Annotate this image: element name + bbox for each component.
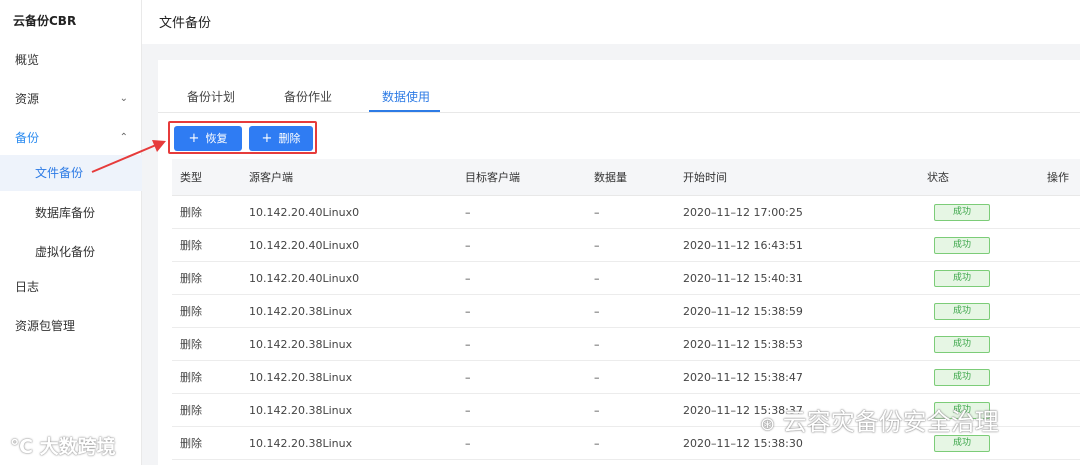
- sidebar-item-label: 数据库备份: [35, 206, 96, 220]
- delete-button[interactable]: + 删除: [249, 126, 313, 151]
- sidebar-item-label: 文件备份: [35, 166, 84, 180]
- table-row[interactable]: 删除 10.142.20.40Linux0 – – 2020–11–12 17:00:2…: [172, 196, 1080, 229]
- watermark-right: ⊛ 云容灾备份安全治理: [760, 402, 999, 437]
- status-badge: 成功: [934, 204, 990, 221]
- sidebar-item-overview[interactable]: 概览: [0, 42, 142, 78]
- cell-type: 删除: [180, 206, 202, 219]
- table-row[interactable]: 删除 10.142.20.38Linux – – 2020–11–12 15:38:53…: [172, 328, 1080, 361]
- cell-type: 删除: [180, 272, 202, 285]
- sidebar-item-label: 虚拟化备份: [35, 245, 96, 259]
- col-actions: 操作: [1047, 171, 1069, 184]
- tab-backup-plan[interactable]: 备份计划: [187, 88, 235, 105]
- cell-source-client: 10.142.20.40Linux0: [249, 239, 360, 252]
- col-source-client: 源客户端: [249, 171, 293, 184]
- cell-start-time: 2020–11–12 15:38:59: [683, 305, 803, 318]
- cell-target-client: –: [465, 404, 471, 417]
- cell-data-size: –: [594, 206, 600, 219]
- cell-type: 删除: [180, 338, 202, 351]
- sidebar-item-file-backup[interactable]: 文件备份: [0, 155, 142, 191]
- wechat-icon: ℃: [10, 436, 34, 458]
- sidebar-item-virtualization-backup[interactable]: 虚拟化备份: [0, 234, 142, 270]
- watermark-right-text: 云容灾备份安全治理: [782, 408, 999, 436]
- col-status: 状态: [927, 171, 949, 184]
- cell-start-time: 2020–11–12 15:38:47: [683, 371, 803, 384]
- cell-target-client: –: [465, 206, 471, 219]
- restore-button[interactable]: + 恢复: [174, 126, 242, 151]
- cell-data-size: –: [594, 272, 600, 285]
- sidebar-item-label: 备份: [15, 131, 40, 145]
- cell-target-client: –: [465, 371, 471, 384]
- chevron-up-icon: ⌃: [119, 132, 128, 143]
- sidebar: 云备份CBR 概览 资源 ⌄ 备份 ⌃ 文件备份 数据库备份 虚拟化备份 日志 …: [0, 0, 142, 465]
- status-badge: 成功: [934, 369, 990, 386]
- cell-start-time: 2020–11–12 16:43:51: [683, 239, 803, 252]
- cell-target-client: –: [465, 338, 471, 351]
- sidebar-item-label: 日志: [15, 280, 40, 294]
- tab-data-usage[interactable]: 数据使用: [382, 88, 430, 105]
- col-start-time: 开始时间: [683, 171, 727, 184]
- status-badge: 成功: [934, 270, 990, 287]
- cell-type: 删除: [180, 371, 202, 384]
- status-badge: 成功: [934, 303, 990, 320]
- cell-type: 删除: [180, 305, 202, 318]
- cell-source-client: 10.142.20.38Linux: [249, 305, 353, 318]
- wechat-icon: ⊛: [760, 414, 776, 435]
- cell-target-client: –: [465, 272, 471, 285]
- cell-source-client: 10.142.20.38Linux: [249, 437, 353, 450]
- sidebar-item-backup[interactable]: 备份 ⌃: [0, 120, 142, 156]
- cell-source-client: 10.142.20.40Linux0: [249, 272, 360, 285]
- active-tab-indicator: [369, 110, 440, 112]
- cell-data-size: –: [594, 437, 600, 450]
- toolbar-highlight-box: + 恢复 + 删除: [168, 121, 317, 154]
- table-row[interactable]: 删除 10.142.20.40Linux0 – – 2020–11–12 15:40:3…: [172, 262, 1080, 295]
- cell-type: 删除: [180, 239, 202, 252]
- cell-data-size: –: [594, 404, 600, 417]
- cell-target-client: –: [465, 239, 471, 252]
- plus-icon: +: [261, 131, 273, 146]
- cell-target-client: –: [465, 305, 471, 318]
- table-row[interactable]: 删除 10.142.20.40Linux0 – – 2020–11–12 16:43:5…: [172, 229, 1080, 262]
- watermark-left: ℃ 大数跨境: [10, 432, 116, 459]
- plus-icon: +: [188, 131, 200, 146]
- sidebar-item-label: 资源: [15, 92, 40, 106]
- app-title: 云备份CBR: [13, 14, 77, 28]
- cell-source-client: 10.142.20.40Linux0: [249, 206, 360, 219]
- cell-data-size: –: [594, 305, 600, 318]
- cell-target-client: –: [465, 437, 471, 450]
- table-row[interactable]: 删除 10.142.20.38Linux – – 2020–11–12 15:38:59…: [172, 295, 1080, 328]
- cell-source-client: 10.142.20.38Linux: [249, 371, 353, 384]
- cell-source-client: 10.142.20.38Linux: [249, 404, 353, 417]
- table-row[interactable]: 删除 10.142.20.38Linux – – 2020–11–12 15:38:47…: [172, 361, 1080, 394]
- col-type: 类型: [180, 171, 202, 184]
- sidebar-item-label: 资源包管理: [15, 319, 76, 333]
- sidebar-item-resources[interactable]: 资源 ⌄: [0, 81, 142, 117]
- tab-backup-jobs[interactable]: 备份作业: [284, 88, 332, 105]
- col-target-client: 目标客户端: [465, 171, 520, 184]
- page-title: 文件备份: [159, 16, 212, 31]
- cell-data-size: –: [594, 338, 600, 351]
- cell-start-time: 2020–11–12 15:40:31: [683, 272, 803, 285]
- cell-start-time: 2020–11–12 17:00:25: [683, 206, 803, 219]
- page-header: 文件备份: [142, 0, 1080, 44]
- sidebar-item-label: 概览: [15, 53, 40, 67]
- sidebar-item-logs[interactable]: 日志: [0, 269, 142, 305]
- restore-label: 恢复: [205, 132, 228, 145]
- cell-data-size: –: [594, 371, 600, 384]
- chevron-down-icon: ⌄: [119, 93, 128, 104]
- tab-bar: 备份计划 备份作业 数据使用: [158, 60, 1080, 113]
- col-data-size: 数据量: [594, 171, 627, 184]
- cell-start-time: 2020–11–12 15:38:53: [683, 338, 803, 351]
- cell-source-client: 10.142.20.38Linux: [249, 338, 353, 351]
- cell-data-size: –: [594, 239, 600, 252]
- cell-type: 删除: [180, 437, 202, 450]
- delete-label: 删除: [278, 132, 301, 145]
- status-badge: 成功: [934, 435, 990, 452]
- sidebar-item-database-backup[interactable]: 数据库备份: [0, 195, 142, 231]
- status-badge: 成功: [934, 336, 990, 353]
- watermark-left-text: 大数跨境: [39, 436, 116, 458]
- status-badge: 成功: [934, 237, 990, 254]
- sidebar-item-resource-packages[interactable]: 资源包管理: [0, 308, 142, 344]
- cell-type: 删除: [180, 404, 202, 417]
- table-header: 类型 源客户端 目标客户端 数据量 开始时间 状态 操作: [172, 159, 1080, 196]
